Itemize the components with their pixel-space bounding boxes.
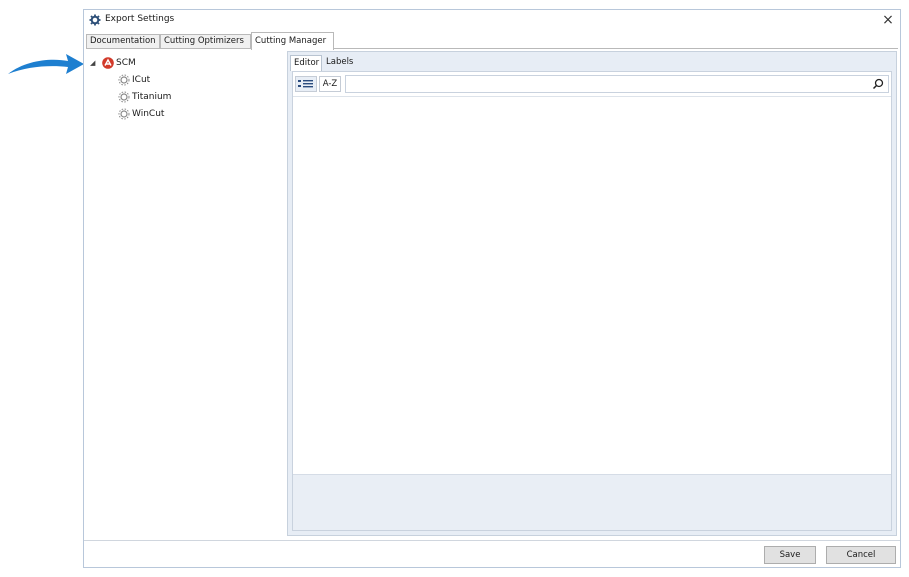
- property-toolbar: A-Z: [295, 75, 889, 93]
- tab-labels[interactable]: Labels: [323, 55, 357, 71]
- tab-editor[interactable]: Editor: [290, 55, 322, 71]
- tab-cutting-manager[interactable]: Cutting Manager: [251, 32, 334, 50]
- tree-node-label: Titanium: [132, 92, 172, 102]
- close-button[interactable]: ×: [876, 10, 900, 32]
- tree-node-scm[interactable]: ◢ SCM: [90, 55, 190, 71]
- property-panel: Editor Labels A-Z: [287, 51, 897, 536]
- property-editor-area: [293, 96, 891, 472]
- cutting-manager-content: ◢ SCM ICut Titanium WinCut Editor Labels…: [86, 48, 898, 541]
- tree-node-label: ICut: [132, 75, 151, 85]
- window-title: Export Settings: [105, 14, 175, 24]
- tab-documentation[interactable]: Documentation: [86, 34, 160, 49]
- property-search-input[interactable]: [345, 75, 889, 93]
- gear-icon: [118, 91, 130, 103]
- cancel-button[interactable]: Cancel: [826, 546, 896, 564]
- left-arrow-annotation: [8, 54, 84, 74]
- property-grid: A-Z: [292, 71, 892, 531]
- tree-node-label: SCM: [116, 58, 136, 68]
- settings-gear-icon: [89, 14, 101, 26]
- save-button[interactable]: Save: [764, 546, 816, 564]
- categorized-list-icon: [298, 80, 313, 88]
- tree-node-icut[interactable]: ICut: [118, 72, 208, 88]
- export-settings-window: Export Settings × Documentation Cutting …: [83, 9, 901, 568]
- tree-node-titanium[interactable]: Titanium: [118, 89, 208, 105]
- tab-cutting-optimizers[interactable]: Cutting Optimizers: [160, 34, 251, 49]
- description-area: [293, 474, 891, 530]
- gear-icon: [118, 74, 130, 86]
- scm-logo-icon: [102, 57, 114, 69]
- footer-divider: [84, 540, 900, 541]
- sort-az-button[interactable]: A-Z: [319, 76, 341, 92]
- tree-node-wincut[interactable]: WinCut: [118, 106, 208, 122]
- expand-triangle-icon[interactable]: ◢: [90, 55, 95, 71]
- gear-icon: [118, 108, 130, 120]
- search-icon[interactable]: [872, 78, 884, 90]
- title-bar: Export Settings ×: [84, 10, 900, 32]
- tree-node-label: WinCut: [132, 109, 165, 119]
- categorized-view-button[interactable]: [295, 76, 317, 92]
